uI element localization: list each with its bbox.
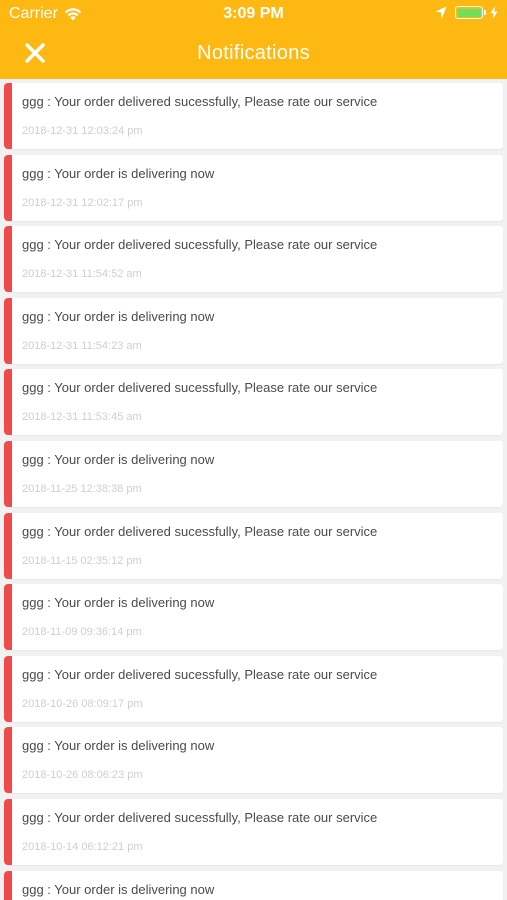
notification-item[interactable]: ggg : Your order delivered sucessfully, … xyxy=(4,512,503,579)
notification-item[interactable]: ggg : Your order delivered sucessfully, … xyxy=(4,83,503,149)
notification-item[interactable]: ggg : Your order is delivering now 2018-1… xyxy=(4,297,503,364)
charging-bolt-icon xyxy=(490,6,498,19)
notification-item[interactable]: ggg : Your order delivered sucessfully, … xyxy=(4,369,503,436)
notification-item[interactable]: ggg : Your order delivered sucessfully, … xyxy=(4,799,503,865)
notification-accent-bar xyxy=(4,870,12,900)
notification-message: ggg : Your order delivered sucessfully, … xyxy=(22,666,378,682)
notification-item[interactable]: ggg : Your order is delivering now 2018-1… xyxy=(4,584,503,651)
notification-item[interactable]: ggg : Your order is delivering now 2018-1… xyxy=(4,154,503,221)
notification-timestamp: 2018-11-09 09:36:14 pm xyxy=(22,626,142,639)
status-time: 3:09 PM xyxy=(223,5,284,22)
notification-item[interactable]: ggg : Your order is delivering now xyxy=(4,870,503,900)
battery-cap xyxy=(484,10,486,15)
notification-accent-bar xyxy=(4,799,12,865)
notification-timestamp: 2018-12-31 12:02:17 pm xyxy=(22,196,143,209)
notification-timestamp: 2018-11-25 12:38:38 pm xyxy=(22,483,142,495)
battery-icon xyxy=(455,6,483,19)
notification-timestamp: 2018-10-26 08:09:17 pm xyxy=(22,697,143,710)
notification-accent-bar xyxy=(4,655,12,722)
notification-message: ggg : Your order is delivering now xyxy=(22,165,215,181)
notification-timestamp: 2018-12-31 11:54:52 am xyxy=(22,268,142,281)
battery-level xyxy=(457,8,481,17)
notification-timestamp: 2018-10-14 06:12:21 pm xyxy=(22,841,143,853)
notification-message: ggg : Your order delivered sucessfully, … xyxy=(22,94,378,109)
notification-timestamp: 2018-10-26 08:06:23 pm xyxy=(22,769,143,782)
notification-timestamp: 2018-11-15 02:35:12 pm xyxy=(22,554,142,567)
notification-message: ggg : Your order is delivering now xyxy=(22,308,215,324)
notification-accent-bar xyxy=(4,154,12,221)
location-arrow-icon xyxy=(435,6,447,19)
notification-message: ggg : Your order is delivering now xyxy=(22,452,215,467)
notification-timestamp: 2018-12-31 11:53:45 am xyxy=(22,411,142,424)
notification-accent-bar xyxy=(4,584,12,651)
notification-message: ggg : Your order delivered sucessfully, … xyxy=(22,523,378,539)
status-icons xyxy=(435,6,498,19)
notification-accent-bar xyxy=(4,441,12,507)
notification-message: ggg : Your order delivered sucessfully, … xyxy=(22,810,378,825)
notification-accent-bar xyxy=(4,83,12,149)
notification-item[interactable]: ggg : Your order is delivering now 2018-1… xyxy=(4,441,503,507)
notification-message: ggg : Your order is delivering now xyxy=(22,595,215,611)
notification-message: ggg : Your order is delivering now xyxy=(22,881,215,897)
notification-message: ggg : Your order is delivering now xyxy=(22,738,215,754)
header-bar: Carrier 3:09 PM Notifications xyxy=(0,0,507,79)
navigation-bar: Notifications xyxy=(0,28,507,79)
notification-list[interactable]: ggg : Your order delivered sucessfully, … xyxy=(0,79,507,900)
notification-item[interactable]: ggg : Your order is delivering now 2018-1… xyxy=(4,727,503,794)
notification-item[interactable]: ggg : Your order delivered sucessfully, … xyxy=(4,655,503,722)
notification-item[interactable]: ggg : Your order delivered sucessfully, … xyxy=(4,226,503,293)
notification-timestamp: 2018-12-31 11:54:23 am xyxy=(22,339,142,352)
notification-accent-bar xyxy=(4,226,12,293)
notification-accent-bar xyxy=(4,297,12,364)
notification-timestamp: 2018-12-31 12:03:24 pm xyxy=(22,125,143,137)
status-bar: Carrier 3:09 PM xyxy=(0,0,507,28)
page-title: Notifications xyxy=(197,42,310,64)
notification-message: ggg : Your order delivered sucessfully, … xyxy=(22,380,378,396)
notification-accent-bar xyxy=(4,727,12,794)
notification-accent-bar xyxy=(4,369,12,436)
notification-message: ggg : Your order delivered sucessfully, … xyxy=(22,237,378,253)
notification-accent-bar xyxy=(4,512,12,579)
